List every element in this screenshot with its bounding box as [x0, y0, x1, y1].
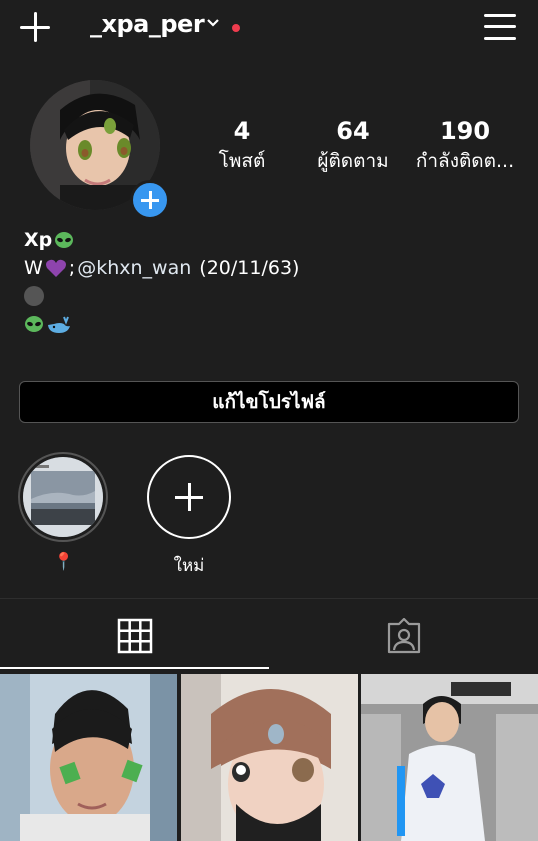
tab-tagged[interactable] [269, 599, 538, 672]
highlight-thumbnail [23, 457, 103, 537]
following-count: 190 [439, 117, 491, 145]
followers-count: 64 [336, 117, 370, 145]
edit-profile-button[interactable]: แก้ไขโปรไฟล์ [19, 381, 519, 423]
posts-label: โพสต์ [218, 150, 266, 172]
add-story-button[interactable] [130, 180, 170, 220]
profile-avatar-container[interactable] [30, 80, 170, 220]
top-bar: _xpa_per [0, 0, 538, 56]
posts-stat[interactable]: 4 โพสต์ [212, 116, 272, 174]
hamburger-menu-icon[interactable] [484, 12, 518, 42]
post-thumbnail[interactable] [0, 674, 177, 841]
bio-line-1-suffix: (20/11/63) [193, 257, 300, 279]
new-highlight-button[interactable] [147, 455, 231, 539]
tab-posts-grid[interactable] [0, 599, 269, 672]
bio-separator: ; [68, 257, 76, 279]
bio-line-3 [24, 310, 299, 338]
profile-name: Xp [24, 229, 53, 251]
bio-line-1-prefix: W [24, 257, 43, 279]
new-highlight-label: ใหม่ [173, 556, 205, 576]
bio-line-2 [24, 282, 299, 310]
followers-label: ผู้ติดตาม [317, 150, 389, 172]
whale-emoji-icon [48, 316, 70, 333]
account-username[interactable]: _xpa_per [90, 10, 205, 38]
following-stat[interactable]: 190 กำลังติดต... [410, 116, 520, 174]
post-thumbnail[interactable] [181, 674, 358, 841]
chevron-down-icon[interactable] [206, 16, 220, 30]
new-highlight[interactable]: ใหม่ [144, 452, 234, 579]
profile-tabs [0, 598, 538, 672]
highlight-ring[interactable] [18, 452, 108, 542]
profile-bio: Xp W ; @khxn_wan (20/11/63) [24, 226, 299, 338]
active-tab-indicator [0, 667, 269, 669]
new-moon-icon [24, 286, 44, 306]
posts-grid [0, 674, 538, 841]
followers-stat[interactable]: 64 ผู้ติดตาม [310, 116, 396, 174]
bio-mention-link[interactable]: @khxn_wan [77, 254, 191, 282]
bio-line-1: W ; @khxn_wan (20/11/63) [24, 254, 299, 282]
purple-heart-icon [45, 259, 66, 277]
posts-count: 4 [233, 117, 251, 145]
story-highlight[interactable]: 📍 [18, 452, 110, 572]
tagged-person-icon [387, 617, 420, 653]
alien-emoji-icon [25, 316, 43, 332]
create-post-icon[interactable] [18, 10, 52, 44]
notification-dot [232, 24, 240, 32]
highlight-label: 📍 [53, 552, 75, 572]
post-thumbnail[interactable] [361, 674, 538, 841]
alien-emoji-icon [55, 232, 74, 248]
following-label: กำลังติดต... [415, 150, 515, 172]
grid-icon [117, 618, 152, 653]
bio-name-row: Xp [24, 226, 299, 254]
